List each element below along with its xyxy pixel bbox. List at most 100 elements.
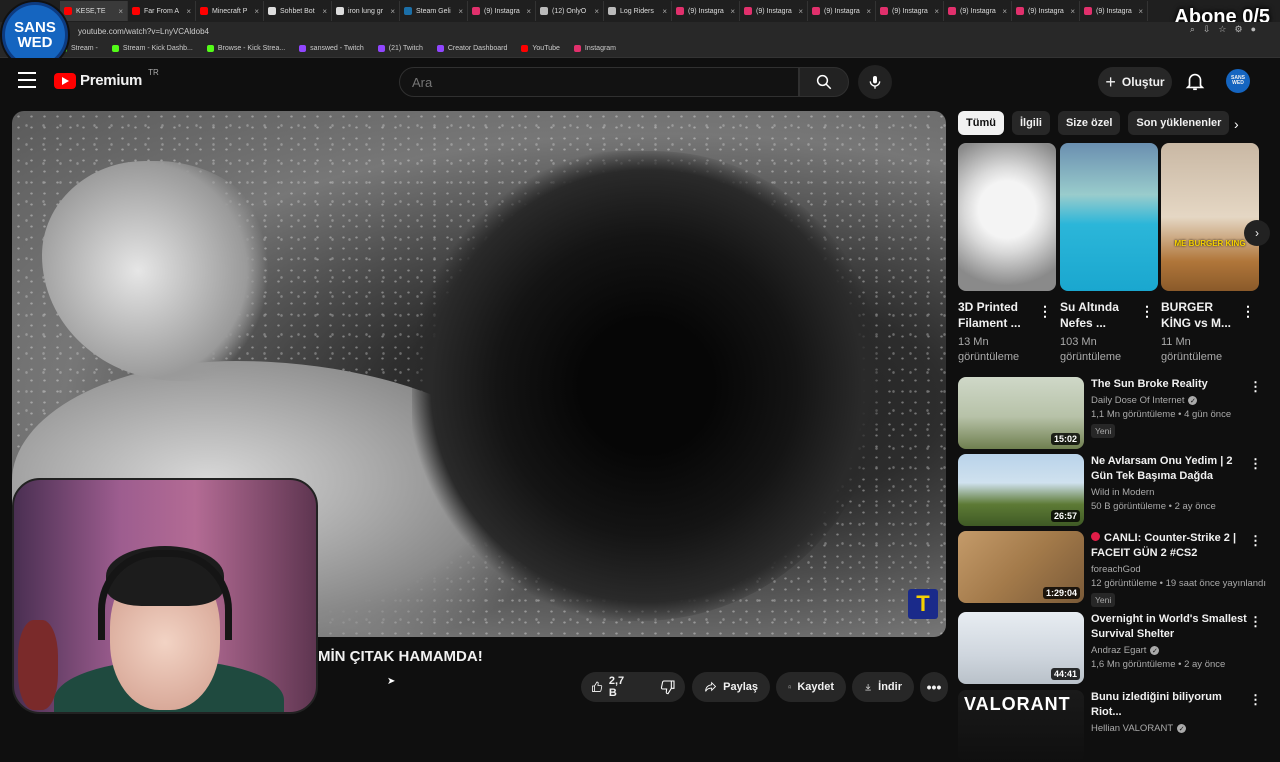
browser-tab[interactable]: iron lung gr × xyxy=(332,1,400,21)
video-title-link[interactable]: CANLI: Counter-Strike 2 | FACEIT GÜN 2 #… xyxy=(1091,531,1251,561)
video-title-link[interactable]: Bunu izlediğini biliyorum Riot... xyxy=(1091,690,1251,720)
zoom-icon[interactable]: ⌕ xyxy=(1190,24,1195,35)
browser-tab[interactable]: (9) Instagra × xyxy=(944,1,1012,21)
account-avatar[interactable]: SANS WED xyxy=(1226,69,1250,93)
recommended-video[interactable]: 1:29:04 CANLI: Counter-Strike 2 | FACEIT … xyxy=(958,531,1268,607)
more-vert-icon[interactable]: ⋮ xyxy=(1249,692,1262,708)
chevron-right-icon[interactable]: › xyxy=(1234,116,1239,132)
short-thumbnail[interactable] xyxy=(1060,143,1158,291)
short-card[interactable]: Su Altında Nefes ... 103 Mn görüntüleme ⋮ xyxy=(1060,143,1158,365)
close-tab-icon[interactable]: × xyxy=(662,7,667,16)
shorts-next-button[interactable]: › xyxy=(1244,220,1270,246)
close-tab-icon[interactable]: × xyxy=(254,7,259,16)
channel-name[interactable]: Wild in Modern xyxy=(1091,487,1251,498)
channel-name[interactable]: Andraz Egart ✓ xyxy=(1091,645,1251,656)
save-button[interactable]: Kaydet xyxy=(776,672,846,702)
browser-tab[interactable]: Far From A × xyxy=(128,1,196,21)
video-thumbnail[interactable]: 44:41 xyxy=(958,612,1084,684)
address-bar[interactable]: youtube.com/watch?v=LnyVCAldob4 xyxy=(0,22,1280,40)
browser-tab[interactable]: Log Riders × xyxy=(604,1,672,21)
browser-tab[interactable]: Steam Geli × xyxy=(400,1,468,21)
filter-chip[interactable]: Size özel xyxy=(1057,111,1121,135)
browser-tab[interactable]: (9) Instagra × xyxy=(672,1,740,21)
recommended-video[interactable]: 15:02 The Sun Broke Reality Daily Dose Of … xyxy=(958,377,1268,449)
browser-tab[interactable]: Minecraft P × xyxy=(196,1,264,21)
video-title-link[interactable]: Overnight in World's Smallest Survival S… xyxy=(1091,612,1251,642)
browser-tab[interactable]: (9) Instagra × xyxy=(876,1,944,21)
video-thumbnail[interactable]: 26:57 xyxy=(958,454,1084,526)
channel-name[interactable]: Daily Dose Of Internet ✓ xyxy=(1091,395,1251,406)
close-tab-icon[interactable]: × xyxy=(1138,7,1143,16)
more-actions-button[interactable]: ••• xyxy=(920,672,948,702)
browser-tab[interactable]: (9) Instagra × xyxy=(468,1,536,21)
voice-search-button[interactable] xyxy=(858,65,892,99)
notifications-button[interactable] xyxy=(1184,70,1206,92)
short-title[interactable]: 3D Printed Filament ... xyxy=(958,299,1032,331)
more-vert-icon[interactable]: ⋮ xyxy=(1241,303,1255,320)
browser-tab[interactable]: (12) OnlyO × xyxy=(536,1,604,21)
close-tab-icon[interactable]: × xyxy=(1002,7,1007,16)
video-title-link[interactable]: The Sun Broke Reality xyxy=(1091,377,1251,392)
recommended-video[interactable]: 44:41 Overnight in World's Smallest Survi… xyxy=(958,612,1268,684)
channel-watermark[interactable]: T xyxy=(908,589,938,619)
profile-icon[interactable]: ● xyxy=(1251,24,1256,35)
filter-chip[interactable]: İlgili xyxy=(1011,111,1050,135)
close-tab-icon[interactable]: × xyxy=(594,7,599,16)
short-card[interactable]: 3D Printed Filament ... 13 Mn görüntüleme… xyxy=(958,143,1056,365)
browser-tab[interactable]: (9) Instagra × xyxy=(740,1,808,21)
like-button[interactable]: 2,7 B xyxy=(581,672,638,702)
menu-button[interactable] xyxy=(18,72,36,88)
bookmark-star-icon[interactable]: ☆ xyxy=(1218,24,1226,35)
bookmark-item[interactable]: sanswed - Twitch xyxy=(299,45,364,52)
recommended-video[interactable]: VALORANT Bunu izlediğini biliyorum Riot..… xyxy=(958,690,1268,762)
more-vert-icon[interactable]: ⋮ xyxy=(1249,379,1262,395)
bookmark-item[interactable]: Browse - Kick Strea... xyxy=(206,45,285,52)
channel-name[interactable]: Hellian VALORANT ✓ xyxy=(1091,723,1251,734)
browser-tab[interactable]: Sohbet Bot × xyxy=(264,1,332,21)
short-card[interactable]: ME BURGER KING BURGER KİNG vs M... 11 Mn g… xyxy=(1161,143,1259,365)
youtube-premium-logo[interactable]: Premium TR xyxy=(54,68,159,89)
channel-name[interactable]: foreachGod xyxy=(1091,564,1251,575)
filter-chip[interactable]: Son yüklenenler xyxy=(1128,111,1230,135)
search-input[interactable] xyxy=(399,67,799,97)
more-vert-icon[interactable]: ⋮ xyxy=(1140,303,1154,320)
url-text[interactable]: youtube.com/watch?v=LnyVCAldob4 xyxy=(78,27,209,36)
more-vert-icon[interactable]: ⋮ xyxy=(1249,614,1262,630)
short-title[interactable]: BURGER KİNG vs M... xyxy=(1161,299,1235,331)
close-tab-icon[interactable]: × xyxy=(186,7,191,16)
close-tab-icon[interactable]: × xyxy=(526,7,531,16)
close-tab-icon[interactable]: × xyxy=(390,7,395,16)
video-title-link[interactable]: Ne Avlarsam Onu Yedim | 2 Gün Tek Başıma… xyxy=(1091,454,1251,484)
browser-tab[interactable]: KESE,TE × xyxy=(60,1,128,21)
more-vert-icon[interactable]: ⋮ xyxy=(1038,303,1052,320)
video-thumbnail[interactable]: VALORANT xyxy=(958,690,1084,762)
video-thumbnail[interactable]: 1:29:04 xyxy=(958,531,1084,603)
extensions-icon[interactable]: ⚙ xyxy=(1234,24,1242,35)
close-tab-icon[interactable]: × xyxy=(322,7,327,16)
more-vert-icon[interactable]: ⋮ xyxy=(1249,533,1262,549)
close-tab-icon[interactable]: × xyxy=(458,7,463,16)
bookmark-item[interactable]: Creator Dashboard xyxy=(436,45,507,52)
recommended-video[interactable]: 26:57 Ne Avlarsam Onu Yedim | 2 Gün Tek B… xyxy=(958,454,1268,526)
bookmark-item[interactable]: (21) Twitch xyxy=(377,45,423,52)
browser-tab[interactable]: (9) Instagra × xyxy=(808,1,876,21)
share-button[interactable]: Paylaş xyxy=(692,672,770,702)
close-tab-icon[interactable]: × xyxy=(730,7,735,16)
filter-chip[interactable]: Tümü xyxy=(958,111,1004,135)
close-tab-icon[interactable]: × xyxy=(866,7,871,16)
install-icon[interactable]: ⇩ xyxy=(1203,24,1211,35)
bookmark-item[interactable]: YouTube xyxy=(521,45,560,52)
close-tab-icon[interactable]: × xyxy=(798,7,803,16)
browser-tab[interactable]: (9) Instagra × xyxy=(1080,1,1148,21)
download-button[interactable]: İndir xyxy=(852,672,914,702)
bookmark-item[interactable]: Stream - Kick Dashb... xyxy=(111,45,193,52)
dislike-button[interactable] xyxy=(650,672,686,702)
close-tab-icon[interactable]: × xyxy=(118,7,123,16)
search-button[interactable] xyxy=(799,67,849,97)
video-thumbnail[interactable]: 15:02 xyxy=(958,377,1084,449)
more-vert-icon[interactable]: ⋮ xyxy=(1249,456,1262,472)
close-tab-icon[interactable]: × xyxy=(934,7,939,16)
browser-tab[interactable]: (9) Instagra × xyxy=(1012,1,1080,21)
bookmark-item[interactable]: Instagram xyxy=(573,45,616,52)
close-tab-icon[interactable]: × xyxy=(1070,7,1075,16)
